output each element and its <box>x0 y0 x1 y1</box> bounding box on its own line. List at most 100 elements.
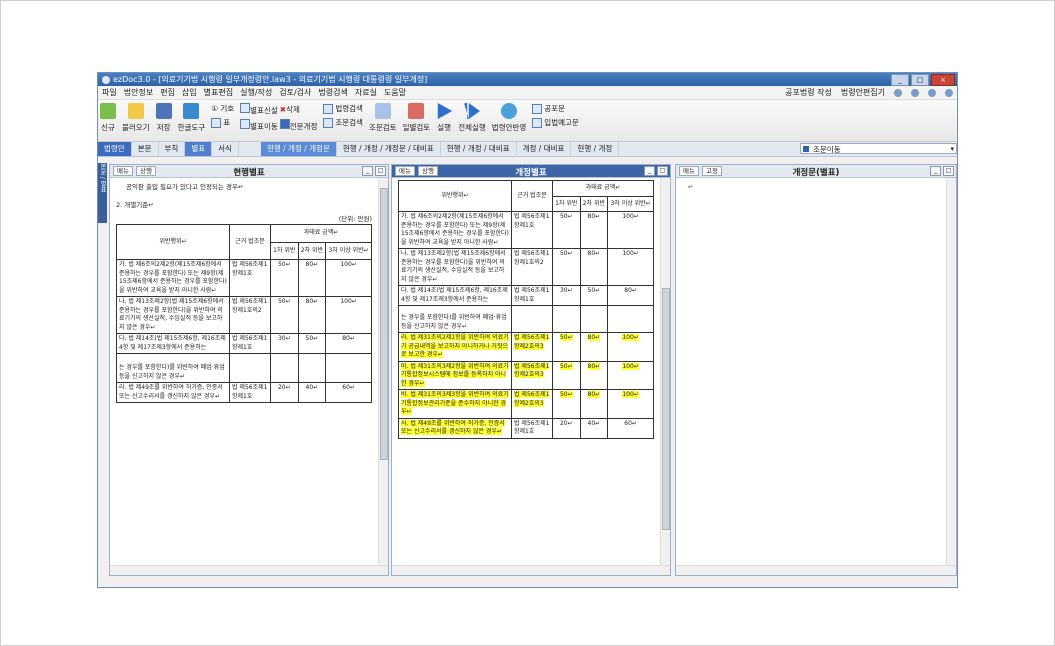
new-doc-icon <box>100 103 116 119</box>
vertical-scrollbar[interactable] <box>378 178 388 566</box>
menu-help[interactable]: 도움말 <box>384 87 406 98</box>
new-button[interactable]: 신규 <box>100 103 116 133</box>
menu-table-edit[interactable]: 별표편집 <box>204 87 233 98</box>
view-current-revised[interactable]: 현행 / 개정 <box>571 142 620 156</box>
panel-mode-button[interactable]: 상행 <box>417 166 438 176</box>
promulgation-button[interactable]: 공포문 <box>532 103 579 114</box>
full-revision-button[interactable]: 전문개정 <box>279 119 317 132</box>
gear-icon[interactable] <box>928 88 936 97</box>
violation-cell: 가. 법 제6조의2제2항(제15조제6항에서 준용하는 경우를 포함한다) 또… <box>116 259 230 297</box>
law-review-button[interactable]: 일별검토 <box>403 103 430 133</box>
legislative-notice-button[interactable]: 입법예고문 <box>532 117 579 128</box>
panel-menu-button[interactable]: 메뉴 <box>679 166 699 176</box>
play-icon <box>437 103 453 119</box>
menu-file[interactable]: 파일 <box>102 87 117 98</box>
basis-cell: 법 제56조제1항제2호의3 <box>514 334 550 350</box>
revised-appendix-panel: 메뉴 상행 개정별표 _ □ 위반행위↵ 근거 법조문 과태료 금액↵ 1차 위반… <box>391 164 671 576</box>
move-table-button[interactable]: 별표이동 <box>240 119 278 132</box>
delete-button[interactable]: ✖삭제 <box>280 104 300 115</box>
run-all-button[interactable]: 전체실행 <box>458 103 486 133</box>
panel-maximize-button[interactable]: □ <box>375 166 386 176</box>
panel-maximize-button[interactable]: □ <box>943 166 954 176</box>
col-second: 2차 위반 <box>297 241 327 260</box>
panel-minimize-button[interactable]: _ <box>362 166 373 176</box>
panel-menu-button[interactable]: 메뉴 <box>395 166 415 176</box>
tab-body[interactable]: 본문 <box>132 142 159 156</box>
clause-jump-select[interactable]: 조문이동 <box>800 143 957 155</box>
announce-icon <box>532 117 543 128</box>
basis-cell: 법 제56조제1항제1호 <box>511 211 553 249</box>
gears-icon <box>501 103 518 119</box>
reflect-button[interactable]: 법령안반영 <box>492 103 526 133</box>
menu-bar: 파일 법안정보 편집 삽입 별표편집 실행/작성 검토/검사 법령검색 자료실 … <box>98 86 957 100</box>
panel-mode-button[interactable]: 상행 <box>135 166 156 176</box>
clause-review-button[interactable]: 조문검토 <box>369 103 397 133</box>
panel-menu-button[interactable]: 메뉴 <box>113 166 133 176</box>
open-button[interactable]: 불러오기 <box>122 103 150 133</box>
amount-cell: 100↵ <box>325 296 372 334</box>
menu-library[interactable]: 자료실 <box>355 87 377 98</box>
current-doc[interactable]: 공익판 출입 필요가 있다고 인정되는 경우↵ 2. 개별기준↵ (단위: 만원… <box>110 178 378 566</box>
save-button[interactable]: 저장 <box>155 103 172 133</box>
tab-supplementary[interactable]: 부칙 <box>159 142 186 156</box>
scroll-thumb[interactable] <box>380 188 388 460</box>
menu-insert[interactable]: 삽입 <box>182 87 197 98</box>
table-button[interactable]: 표 <box>211 117 234 128</box>
menu-run[interactable]: 실행/작성 <box>240 87 272 98</box>
horizontal-scrollbar[interactable] <box>676 565 956 575</box>
revision-text-editor[interactable]: ↵ <box>676 178 946 566</box>
side-strip-label: 본문 / 별표 <box>99 163 106 193</box>
col-first: 1차 위반 <box>270 241 299 260</box>
revised-doc[interactable]: 위반행위↵ 근거 법조문 과태료 금액↵ 1차 위반 2차 위반 3차 이상 위… <box>392 178 660 566</box>
calendar-icon <box>408 103 425 119</box>
view-current-revised-compare[interactable]: 현행 / 개정 / 대비표 <box>441 142 517 156</box>
users-icon[interactable] <box>911 88 919 97</box>
vertical-scrollbar[interactable] <box>660 178 670 566</box>
symbol-button[interactable]: ① 기호 <box>211 103 234 114</box>
view-current-revised-text[interactable]: 현행 / 개정 / 개정문 <box>260 142 337 156</box>
info-icon[interactable] <box>945 88 953 97</box>
law-search-button[interactable]: 법령검색 <box>323 103 363 114</box>
tab-bill[interactable]: 법령안 <box>98 142 132 156</box>
scroll-thumb[interactable] <box>662 288 670 530</box>
table-icon <box>211 117 222 128</box>
amount-cell: 100↵ <box>325 259 372 297</box>
menu-review[interactable]: 검토/검사 <box>279 87 311 98</box>
minimize-button[interactable]: _ <box>891 74 909 86</box>
side-strip[interactable]: 본문 / 별표 <box>98 163 107 223</box>
menu-bill-info[interactable]: 법안정보 <box>124 87 153 98</box>
horizontal-scrollbar[interactable] <box>392 565 670 575</box>
col-violation: 위반행위↵ <box>398 180 512 212</box>
violation-cell: 나. 법 제13조제2항(법 제15조제6항에서 준용하는 경우를 포함한다)을… <box>398 248 512 286</box>
panel-maximize-button[interactable]: □ <box>657 166 668 176</box>
table-row: 바. 법 제31조의3제3항을 위반하여 의료기기통합정보관리기준을 준수하지 … <box>398 389 654 419</box>
exit-icon[interactable] <box>894 88 902 97</box>
clause-search-button[interactable]: 조문검색 <box>323 117 363 128</box>
run-button[interactable]: 실행 <box>436 103 453 133</box>
document-icon <box>374 103 391 119</box>
amount-cell: 50↵ <box>552 248 581 286</box>
menu-law-search[interactable]: 법령검색 <box>318 87 347 98</box>
menu-edit[interactable]: 편집 <box>160 87 175 98</box>
panel-minimize-button[interactable]: _ <box>930 166 941 176</box>
panel-minimize-button[interactable]: _ <box>644 166 655 176</box>
tab-appendix[interactable]: 별표 <box>185 142 213 156</box>
amount-cell: 50↵ <box>297 333 327 354</box>
new-table-button[interactable]: 별표신설 <box>240 103 278 116</box>
hangul-tools-button[interactable]: 한글도구 <box>178 103 205 133</box>
vertical-scrollbar[interactable] <box>946 178 956 566</box>
close-button[interactable]: × <box>931 74 955 86</box>
title-bar: ezDoc3.0 - [의료기기법 시행령 일부개정령안.law3 - 의료기기… <box>98 73 957 86</box>
maximize-button[interactable]: □ <box>911 74 929 86</box>
amount-cell: 30↵ <box>552 285 581 306</box>
promulgate-law-link[interactable]: 공포법령 작성 <box>785 87 832 98</box>
panel-pin-button[interactable]: 고정 <box>701 166 722 176</box>
tab-forms[interactable]: 서식 <box>212 142 239 156</box>
amount-cell: 80↵ <box>587 362 601 370</box>
law-editor-label[interactable]: 법령안편집기 <box>841 87 885 98</box>
intro-text: 공익판 출입 필요가 있다고 인정되는 경우↵ <box>126 183 244 191</box>
view-current-revised-text-compare[interactable]: 현행 / 개정 / 개정문 / 대비표 <box>337 142 441 156</box>
view-revised-compare[interactable]: 개정 / 대비표 <box>517 142 572 156</box>
horizontal-scrollbar[interactable] <box>110 565 388 575</box>
tab-row: 법령안 본문 부칙 별표 서식 현행 / 개정 / 개정문 현행 / 개정 / … <box>98 142 957 157</box>
